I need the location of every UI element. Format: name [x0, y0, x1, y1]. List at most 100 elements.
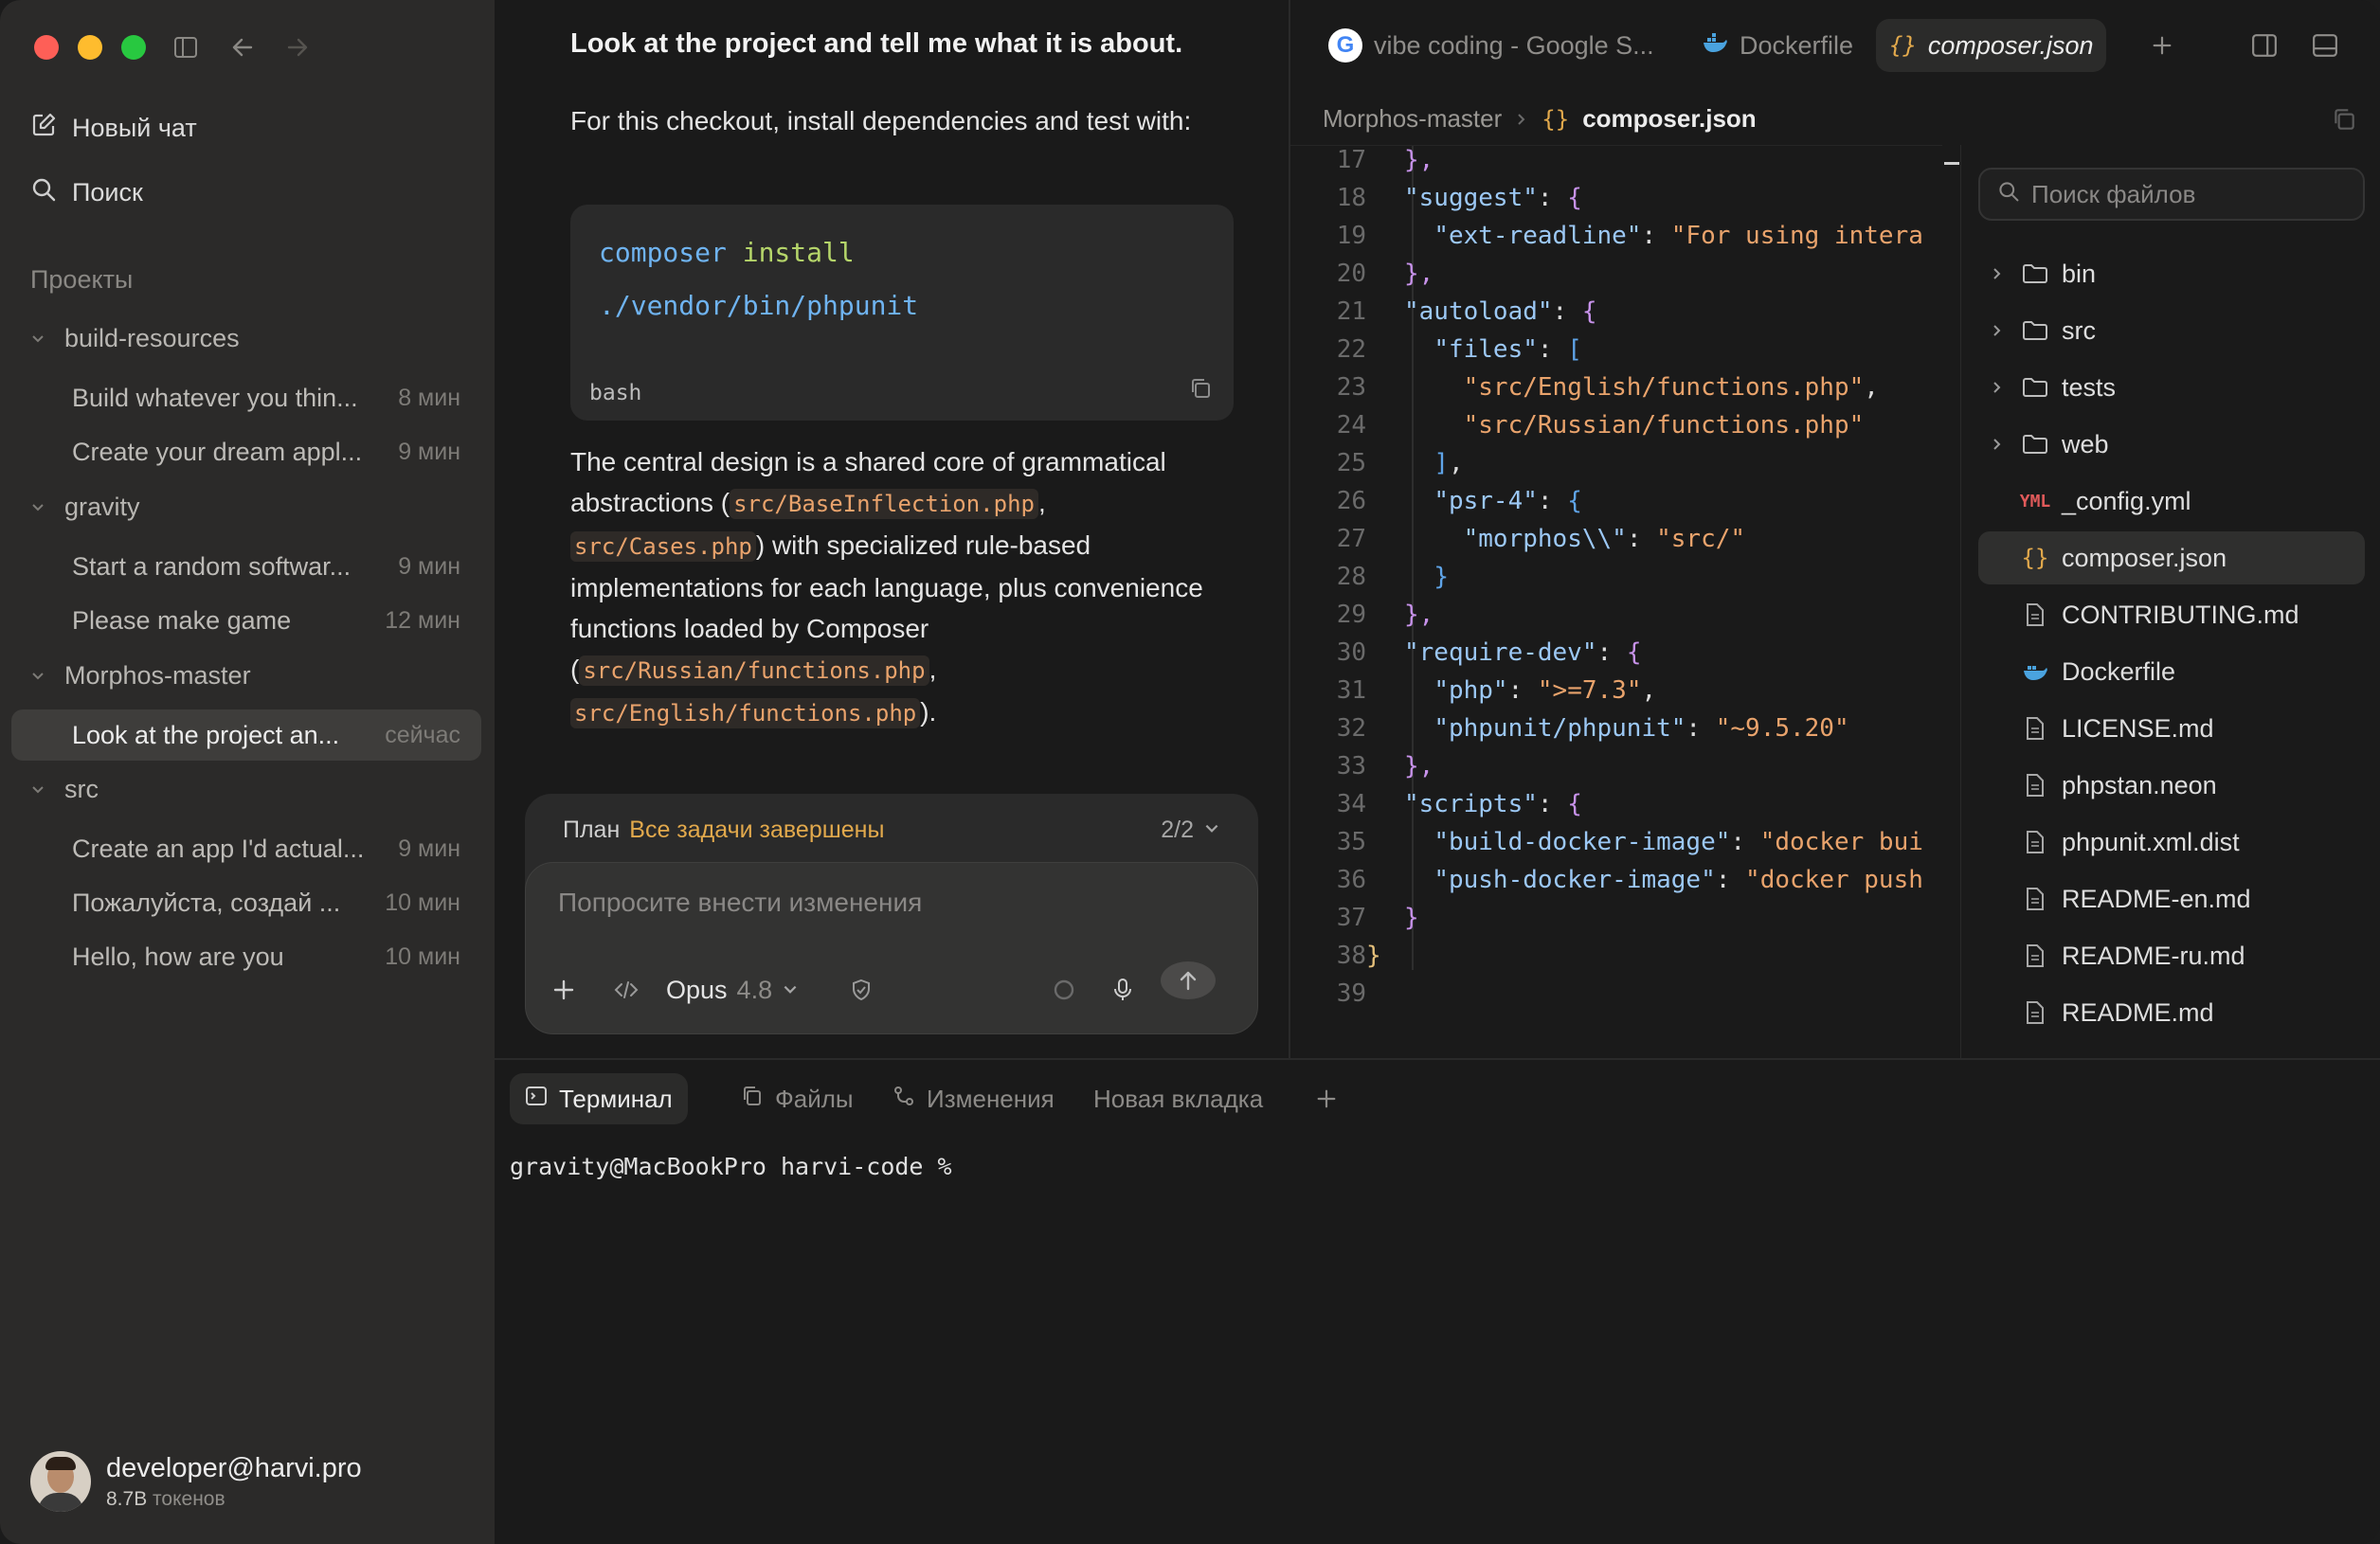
- google-icon: G: [1328, 28, 1362, 63]
- tab-google-search[interactable]: Gvibe coding - Google S...: [1315, 19, 1668, 72]
- file-item[interactable]: README-ru.md: [1978, 929, 2365, 982]
- file-icon: [2016, 1000, 2054, 1025]
- chat-item[interactable]: Start a random softwar... 9 мин: [11, 541, 481, 592]
- code-line: 24 "src/Russian/functions.php": [1290, 411, 1942, 449]
- model-name: Opus: [666, 975, 728, 1004]
- chat-item[interactable]: Build whatever you thin... 8 мин: [11, 372, 481, 423]
- composer-input[interactable]: Попросите внести изменения: [558, 888, 922, 918]
- split-view-icon[interactable]: [2238, 19, 2291, 72]
- file-search-placeholder: Поиск файлов: [2031, 179, 2196, 208]
- file-item[interactable]: {} composer.json: [1978, 531, 2365, 584]
- chat-title: Please make game: [72, 605, 292, 635]
- close-window-button[interactable]: [34, 35, 59, 60]
- terminal-prompt[interactable]: gravity@MacBookPro harvi-code %: [510, 1153, 952, 1180]
- chevron-right-icon[interactable]: [1978, 265, 2016, 282]
- search-button[interactable]: Поиск: [30, 176, 143, 209]
- search-icon: [30, 176, 57, 209]
- toggle-sidebar-icon[interactable]: [169, 30, 203, 64]
- code-line: 21 "autoload": {: [1290, 297, 1942, 335]
- user-email: developer@harvi.pro: [106, 1452, 362, 1483]
- chevron-down-icon: [782, 976, 799, 1005]
- answer-text: ).: [920, 697, 937, 727]
- project-src[interactable]: src: [30, 775, 99, 804]
- new-tab-button[interactable]: [2137, 19, 2187, 72]
- chevron-right-icon[interactable]: [1978, 322, 2016, 339]
- line-number: 33: [1336, 752, 1366, 781]
- new-chat-label: Новый чат: [72, 114, 197, 142]
- line-text: "build-docker-image": "docker bui: [1433, 828, 1923, 856]
- json-braces-icon: {}: [1889, 32, 1917, 59]
- line-number: 34: [1336, 790, 1366, 818]
- forward-arrow-icon[interactable]: [280, 30, 315, 64]
- folder-item[interactable]: web: [1978, 418, 2365, 471]
- minimize-window-button[interactable]: [78, 35, 102, 60]
- copy-icon[interactable]: [1188, 376, 1213, 405]
- code-icon[interactable]: [607, 971, 645, 1009]
- editor-scrollbar[interactable]: [1942, 145, 1961, 1058]
- line-number: 28: [1336, 563, 1366, 591]
- chat-item[interactable]: Create your dream appl... 9 мин: [11, 426, 481, 477]
- code-line: 31 "php": ">=7.3",: [1290, 676, 1942, 714]
- back-arrow-icon[interactable]: [225, 30, 260, 64]
- message-composer[interactable]: Попросите внести изменения Opus 4.8: [525, 862, 1258, 1034]
- file-item[interactable]: README.md: [1978, 986, 2365, 1039]
- folder-item[interactable]: tests: [1978, 361, 2365, 414]
- breadcrumb-file: composer.json: [1582, 104, 1757, 133]
- plus-icon[interactable]: [545, 971, 583, 1009]
- project-gravity[interactable]: gravity: [30, 493, 140, 522]
- line-text: ],: [1433, 449, 1464, 477]
- zoom-window-button[interactable]: [121, 35, 146, 60]
- chat-item[interactable]: Create an app I'd actual... 9 мин: [11, 823, 481, 874]
- tab-files[interactable]: Файлы: [726, 1073, 869, 1124]
- chat-item[interactable]: Hello, how are you 10 мин: [11, 931, 481, 982]
- model-selector[interactable]: Opus 4.8: [666, 971, 799, 1009]
- tab-changes[interactable]: Изменения: [877, 1073, 1070, 1124]
- file-item[interactable]: README-en.md: [1978, 872, 2365, 925]
- code-line: 38}: [1290, 942, 1942, 979]
- add-terminal-tab-button[interactable]: [1300, 1073, 1353, 1124]
- folder-icon: [2016, 319, 2054, 342]
- tab-label: Новая вкладка: [1093, 1084, 1264, 1113]
- send-button[interactable]: [1161, 961, 1216, 999]
- plan-count-value: 2/2: [1161, 817, 1194, 843]
- folder-item[interactable]: bin: [1978, 247, 2365, 300]
- chevron-right-icon[interactable]: [1978, 379, 2016, 396]
- inline-code: src/Russian/functions.php: [579, 655, 929, 686]
- file-item[interactable]: phpstan.neon: [1978, 759, 2365, 812]
- file-item[interactable]: CONTRIBUTING.md: [1978, 588, 2365, 641]
- chat-item-active[interactable]: Look at the project an... сейчас: [11, 709, 481, 761]
- line-number: 23: [1336, 373, 1366, 402]
- folder-item[interactable]: src: [1978, 304, 2365, 357]
- file-item[interactable]: phpunit.xml.dist: [1978, 816, 2365, 869]
- chevron-right-icon[interactable]: [1978, 436, 2016, 453]
- microphone-icon[interactable]: [1104, 971, 1142, 1009]
- panel-bottom-icon[interactable]: [2299, 19, 2352, 72]
- file-item[interactable]: Dockerfile: [1978, 645, 2365, 698]
- tab-composer-json[interactable]: {} composer.json: [1876, 19, 2107, 72]
- project-build-resources[interactable]: build-resources: [30, 324, 240, 353]
- terminal-icon: [525, 1085, 548, 1114]
- tab-terminal[interactable]: Терминал: [510, 1073, 688, 1124]
- file-search-input[interactable]: Поиск файлов: [1978, 168, 2365, 221]
- shield-icon[interactable]: [842, 971, 880, 1009]
- chat-item[interactable]: Please make game 12 мин: [11, 595, 481, 646]
- tab-new[interactable]: Новая вкладка: [1078, 1073, 1278, 1124]
- breadcrumb-folder[interactable]: Morphos-master: [1323, 104, 1502, 134]
- project-morphos-master[interactable]: Morphos-master: [30, 661, 251, 691]
- file-item[interactable]: LICENSE.md: [1978, 702, 2365, 755]
- line-text: },: [1404, 752, 1434, 781]
- tab-label: Изменения: [927, 1084, 1055, 1113]
- tab-dockerfile[interactable]: Dockerfile: [1688, 19, 1866, 72]
- user-profile[interactable]: developer@harvi.pro 8.7B токенов: [30, 1451, 362, 1512]
- docker-icon: [2016, 661, 2054, 682]
- file-name: phpunit.xml.dist: [2062, 827, 2240, 856]
- line-text: }: [1404, 904, 1419, 932]
- copy-path-icon[interactable]: [2331, 106, 2357, 137]
- code-editor[interactable]: 17}, 18 "suggest": {19 "ext-readline": "Fo…: [1290, 145, 1942, 1058]
- chat-item[interactable]: Пожалуйста, создай ... 10 мин: [11, 877, 481, 928]
- chat-time: 10 мин: [385, 889, 460, 916]
- new-chat-button[interactable]: Новый чат: [30, 112, 197, 145]
- file-name: src: [2062, 315, 2096, 345]
- file-item[interactable]: YML _config.yml: [1978, 475, 2365, 528]
- compose-icon: [30, 112, 57, 145]
